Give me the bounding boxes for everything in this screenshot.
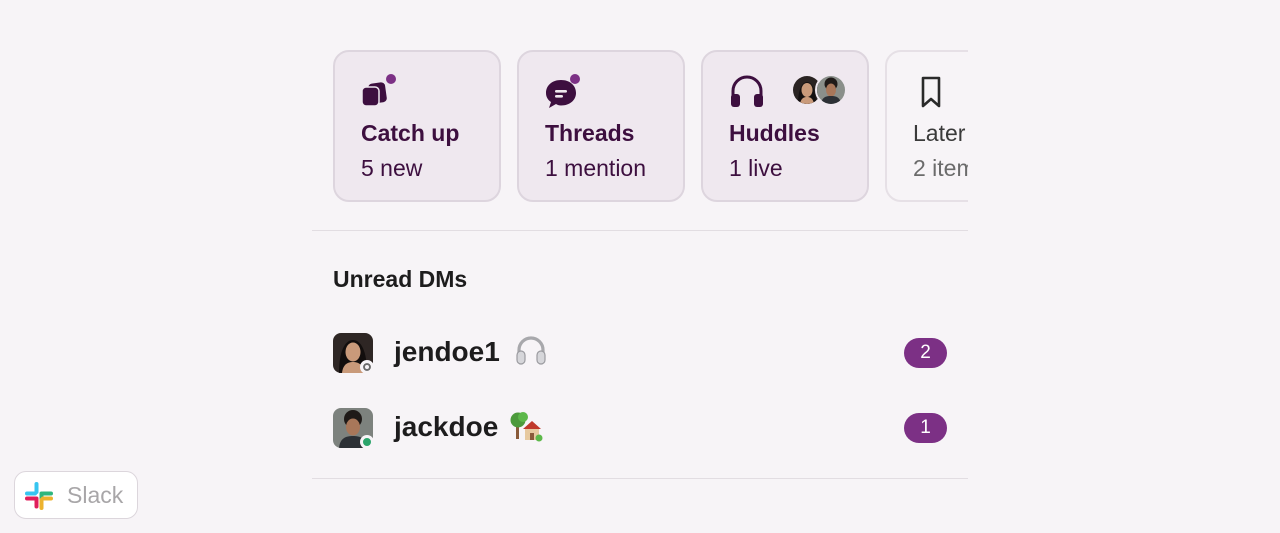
slack-logo-icon [25, 482, 53, 510]
card-title: Huddles [729, 120, 820, 146]
dm-name: jendoe1 [394, 336, 500, 367]
unread-count-badge: 1 [904, 413, 947, 443]
card-subtitle: 1 live [729, 155, 783, 181]
dm-row-jackdoe[interactable]: jackdoe 1 [312, 403, 968, 459]
card-threads[interactable]: Threads 1 mention [517, 50, 685, 202]
card-subtitle: 5 new [361, 155, 423, 181]
house-tree-status-icon [510, 412, 543, 442]
avatar [815, 74, 847, 106]
card-catch-up[interactable]: Catch up 5 new [333, 50, 501, 202]
card-subtitle: 2 items [913, 155, 968, 181]
home-panel: Catch up 5 new Threads 1 mention Huddles… [312, 0, 968, 533]
app-name: Slack [67, 482, 124, 508]
presence-away-indicator [360, 360, 374, 374]
section-title: Unread DMs [333, 266, 468, 292]
card-title: Later [913, 120, 966, 146]
presence-active-indicator [360, 435, 374, 449]
bookmark-icon [921, 76, 941, 108]
activity-cards: Catch up 5 new Threads 1 mention Huddles… [312, 50, 968, 206]
dm-name: jackdoe [394, 411, 499, 442]
card-title: Threads [545, 120, 635, 146]
huddle-participants [791, 74, 847, 106]
headphones-icon [731, 75, 763, 107]
card-huddles[interactable]: Huddles 1 live [701, 50, 869, 202]
dm-row-jendoe1[interactable]: jendoe1 2 [312, 328, 968, 384]
card-title: Catch up [361, 120, 460, 146]
threads-icon [546, 74, 580, 108]
divider [312, 478, 968, 479]
headphones-status-icon [516, 336, 546, 365]
card-subtitle: 1 mention [545, 155, 647, 181]
divider [312, 230, 968, 231]
slack-app-chip[interactable]: Slack [14, 471, 138, 519]
catch-up-icon [361, 74, 396, 107]
card-later[interactable]: Later 2 items [885, 50, 968, 202]
unread-count-badge: 2 [904, 338, 947, 368]
